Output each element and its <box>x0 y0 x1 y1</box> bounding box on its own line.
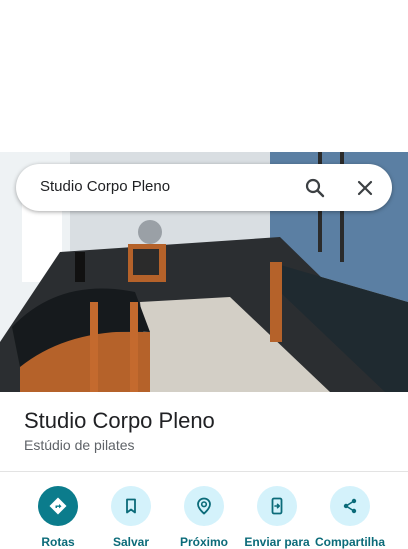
action-buttons: Rotas Salvar Próximo Enviar para Compart… <box>0 486 408 549</box>
search-input[interactable]: Studio Corpo Pleno <box>40 178 170 195</box>
divider <box>0 471 408 472</box>
map-header-area <box>0 0 408 152</box>
directions-icon <box>38 486 78 526</box>
search-icon[interactable] <box>303 176 327 200</box>
place-category: Estúdio de pilates <box>24 437 135 453</box>
search-bar[interactable]: Studio Corpo Pleno <box>16 164 392 211</box>
share-icon <box>330 486 370 526</box>
bookmark-icon <box>111 486 151 526</box>
send-to-phone-icon <box>257 486 297 526</box>
share-label: Compartilha <box>314 535 385 549</box>
place-title: Studio Corpo Pleno <box>24 408 215 433</box>
close-icon[interactable] <box>353 176 377 200</box>
share-button[interactable]: Compartilha <box>313 486 387 549</box>
nearby-icon <box>184 486 224 526</box>
